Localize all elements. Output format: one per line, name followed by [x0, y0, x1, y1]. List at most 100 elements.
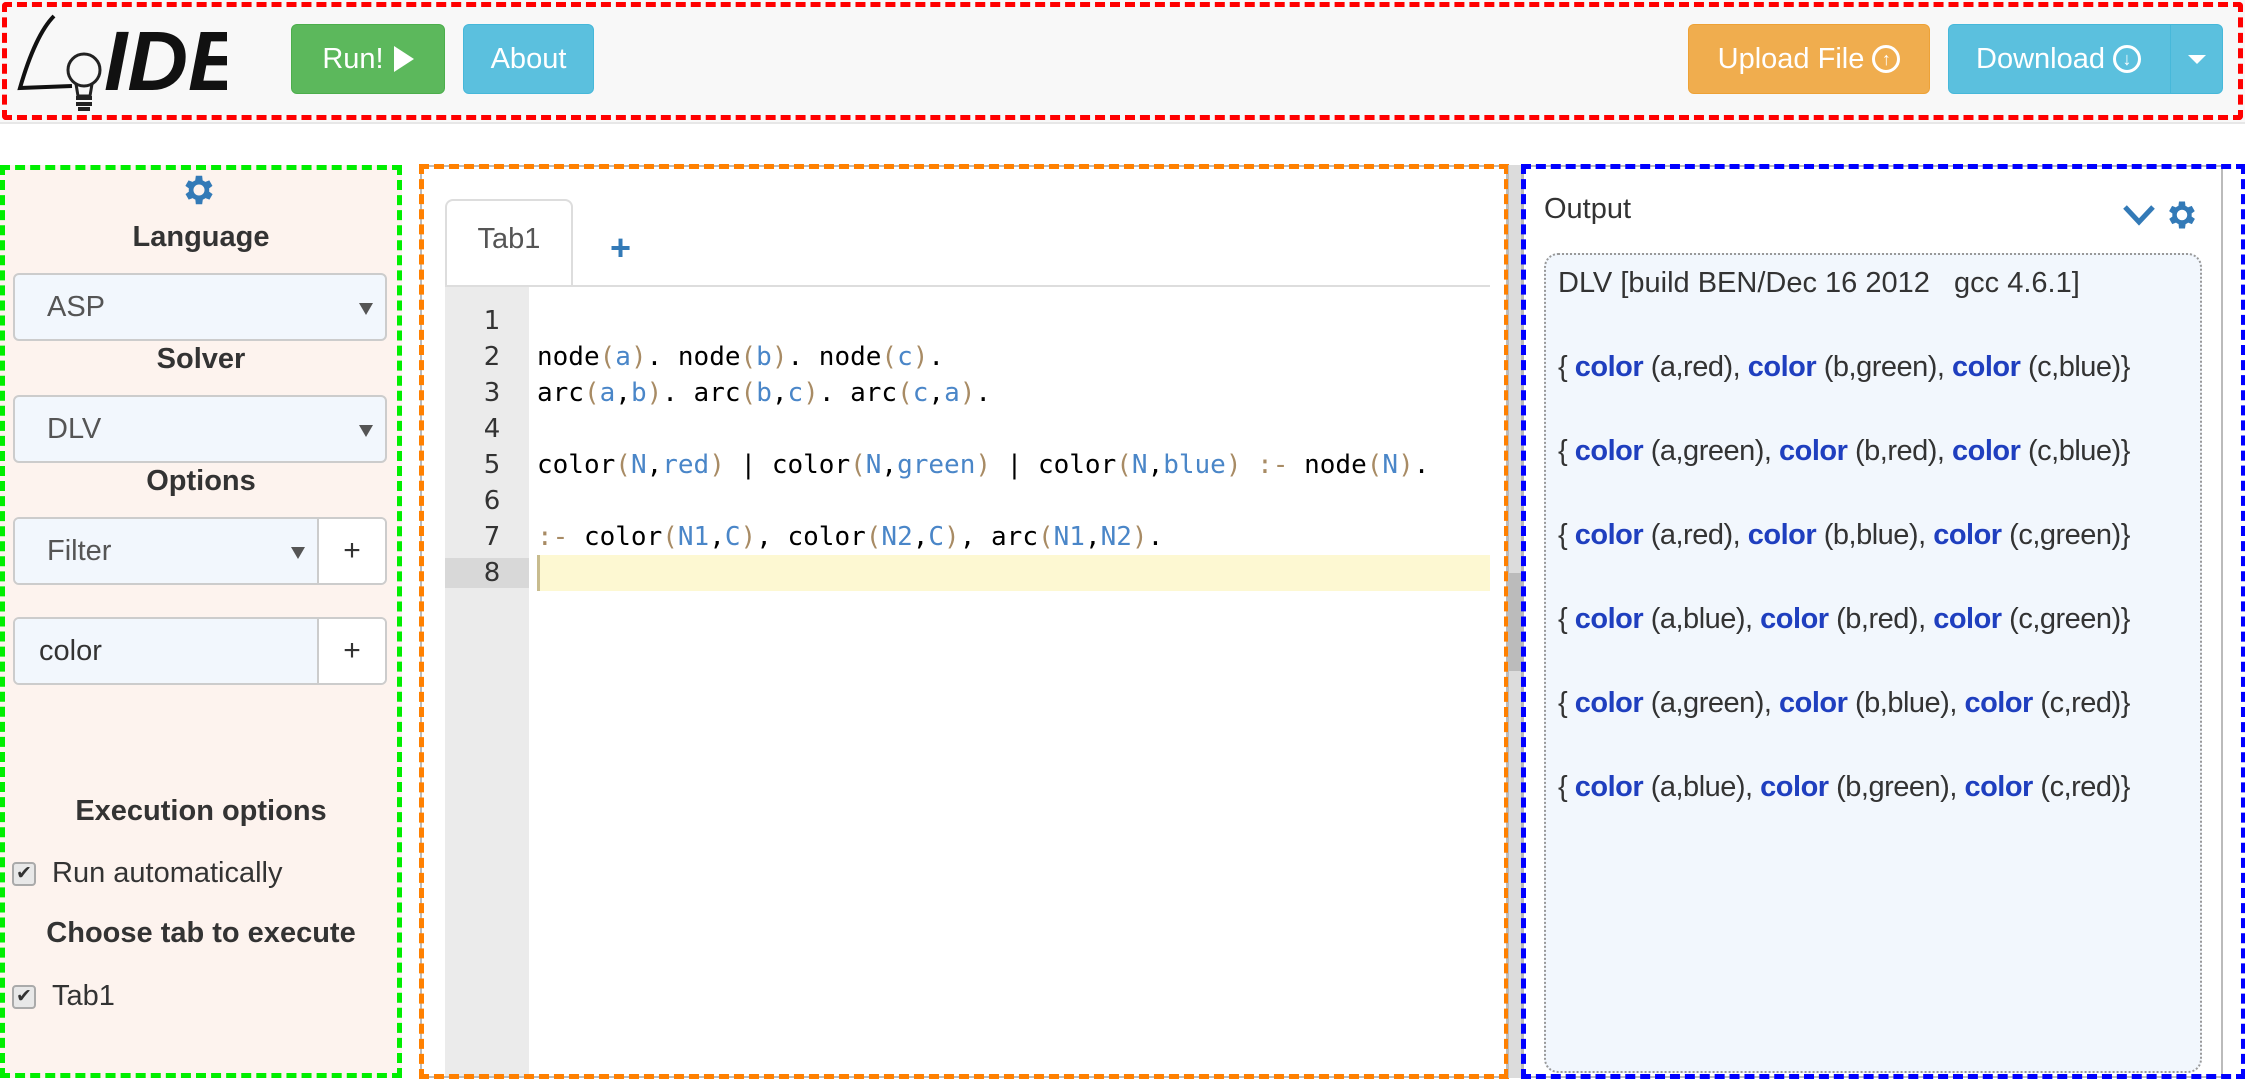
- line-number: 1: [483, 306, 501, 336]
- code-token: N2: [1100, 522, 1132, 552]
- predicate-args: (b,red): [1854, 435, 1937, 467]
- code-token: a: [615, 342, 631, 372]
- code-token: N: [1131, 450, 1148, 480]
- code-token: :-: [537, 522, 584, 552]
- code-token: ,: [709, 522, 725, 552]
- predicate-args: (a,blue): [1650, 603, 1746, 635]
- run-button[interactable]: Run!: [291, 24, 445, 94]
- code-token: ): [1225, 450, 1242, 480]
- tab1-checkbox[interactable]: ✔: [12, 984, 36, 1009]
- code-token: ): [975, 450, 992, 480]
- answer-set: { color (a,red), color (b,green), color …: [1558, 351, 2130, 383]
- about-button[interactable]: About: [463, 24, 594, 94]
- code-editor[interactable]: 1 2 node(a). node(b). node(c). 3 arc(a,b). a…: [445, 303, 1490, 591]
- code-token: .: [928, 342, 945, 372]
- navbar: IDE Run! About Upload File ↑ Download ↓: [0, 0, 2245, 124]
- dropdown-arrow-icon: [359, 425, 373, 437]
- code-token: N1: [1053, 522, 1085, 552]
- code-line[interactable]: 1: [445, 303, 1490, 339]
- chevron-down-icon[interactable]: [2122, 203, 2156, 227]
- predicate-args: (a,red): [1650, 351, 1733, 383]
- line-number: 8: [445, 558, 529, 588]
- code-token: c: [912, 378, 929, 408]
- download-menu-toggle[interactable]: [2170, 25, 2222, 93]
- language-select[interactable]: ASP: [13, 273, 387, 341]
- line-number: 5: [483, 450, 501, 480]
- predicate-name: color: [1760, 603, 1829, 635]
- run-automatically-checkbox[interactable]: ✔: [12, 861, 36, 886]
- code-token: N: [865, 450, 882, 480]
- code-token: (: [662, 522, 678, 552]
- code-token: ): [740, 522, 757, 552]
- tab-label: Tab1: [477, 222, 541, 255]
- tab-execute-option[interactable]: ✔ Tab1: [12, 980, 115, 1013]
- predicate-name: color: [1747, 519, 1817, 551]
- add-option-button[interactable]: +: [319, 519, 385, 583]
- solver-version-header: DLV [build BEN/Dec 16 2012 gcc 4.6.1]: [1558, 267, 2080, 299]
- svg-text:IDE: IDE: [104, 14, 227, 108]
- code-token: ): [959, 378, 976, 408]
- predicate-name: color: [1933, 519, 2002, 551]
- tab-strip-divider: [445, 285, 1490, 287]
- language-heading: Language: [132, 221, 270, 253]
- predicate-name: color: [1574, 603, 1644, 635]
- code-token: :-: [1241, 450, 1305, 480]
- predicate-args: (c,red): [2040, 771, 2121, 803]
- gear-icon[interactable]: [2164, 197, 2200, 233]
- predicate-args: (b,green): [1823, 351, 1938, 383]
- code-token: c: [787, 378, 804, 408]
- line-number: 7: [483, 522, 501, 552]
- predicate-args: (c,blue): [2028, 351, 2121, 383]
- code-text[interactable]: arc(a,b). arc(b,c). arc(c,a).: [529, 378, 991, 408]
- code-line[interactable]: 5 color(N,red) | color(N,green) | color(N…: [445, 447, 1490, 483]
- code-text[interactable]: [537, 555, 1490, 591]
- gear-icon[interactable]: [180, 171, 218, 209]
- code-token: c: [897, 342, 913, 372]
- code-token: . node: [787, 342, 882, 372]
- predicate-name: color: [1574, 687, 1644, 719]
- caret-down-icon: [2187, 54, 2206, 64]
- filter-input[interactable]: color: [15, 619, 319, 683]
- add-tab-button[interactable]: +: [610, 227, 631, 269]
- tab-tab1[interactable]: Tab1: [445, 199, 573, 285]
- code-token: ): [803, 378, 819, 408]
- predicate-name: color: [1779, 435, 1848, 467]
- solver-select[interactable]: DLV: [13, 395, 387, 463]
- code-token: | color: [991, 450, 1117, 480]
- code-text[interactable]: node(a). node(b). node(c).: [529, 342, 944, 372]
- run-automatically-option[interactable]: ✔ Run automatically: [12, 857, 283, 890]
- loide-logo[interactable]: IDE: [12, 8, 227, 113]
- predicate-args: (a,red): [1650, 519, 1733, 551]
- code-text[interactable]: :- color(N1,C), color(N2,C), arc(N1,N2).: [529, 522, 1163, 552]
- predicate-name: color: [1933, 603, 2002, 635]
- code-token: (: [850, 450, 866, 480]
- line-number: 6: [483, 486, 501, 516]
- code-token: node: [1304, 450, 1367, 480]
- upload-file-button[interactable]: Upload File ↑: [1688, 24, 1930, 94]
- code-line[interactable]: 6: [445, 483, 1490, 519]
- code-line[interactable]: 7:- color(N1,C), color(N2,C), arc(N1,N2)…: [445, 519, 1490, 555]
- panel-splitter[interactable]: [1508, 165, 1522, 1078]
- code-token: ,: [646, 450, 663, 480]
- splitter-handle[interactable]: [1509, 573, 1521, 671]
- option-select-group: Filter +: [13, 517, 387, 585]
- code-token: b: [756, 342, 772, 372]
- code-text[interactable]: color(N,red) | color(N,green) | color(N,…: [529, 450, 1429, 480]
- predicate-name: color: [1574, 771, 1644, 803]
- code-token: a: [599, 378, 616, 408]
- code-token: , color: [756, 522, 866, 552]
- option-select[interactable]: Filter: [15, 519, 319, 583]
- code-line[interactable]: 2 node(a). node(b). node(c).: [445, 339, 1490, 375]
- code-token: green: [897, 450, 976, 480]
- code-line[interactable]: 4: [445, 411, 1490, 447]
- predicate-name: color: [1964, 687, 2033, 719]
- code-token: ): [771, 342, 788, 372]
- output-box[interactable]: DLV [build BEN/Dec 16 2012 gcc 4.6.1] { …: [1544, 253, 2202, 1073]
- answer-set: { color (a,red), color (b,blue), color (…: [1558, 519, 2130, 551]
- download-label: Download: [1976, 42, 2105, 75]
- download-button[interactable]: Download ↓: [1948, 24, 2223, 94]
- code-token: (: [740, 378, 757, 408]
- code-line[interactable]: 3 arc(a,b). arc(b,c). arc(c,a).: [445, 375, 1490, 411]
- add-filter-button[interactable]: +: [319, 619, 385, 683]
- code-line[interactable]: 8: [445, 555, 1490, 591]
